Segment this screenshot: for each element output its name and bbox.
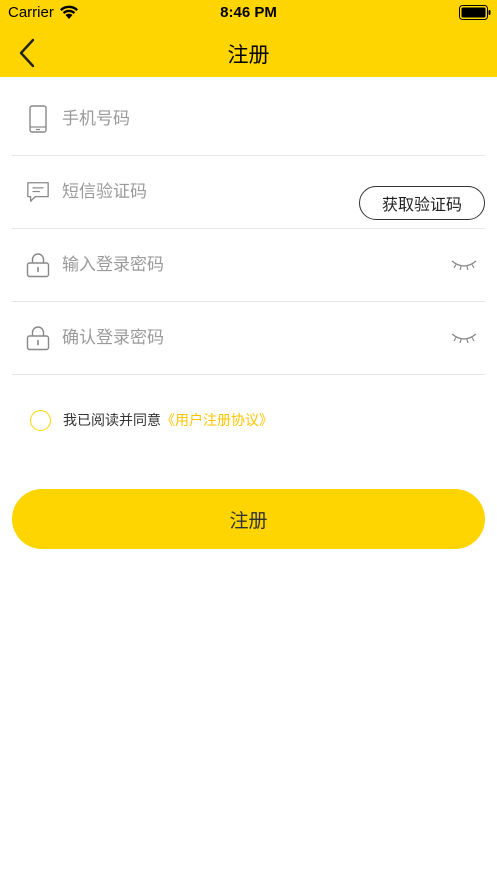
agreement-text: 我已阅读并同意	[63, 413, 161, 429]
eye-closed-icon[interactable]	[451, 331, 477, 345]
phone-row	[12, 82, 485, 156]
agreement-link[interactable]: 《用户注册协议》	[161, 410, 273, 430]
sms-code-input[interactable]	[62, 176, 282, 207]
battery-icon	[459, 5, 491, 20]
page-title: 注册	[227, 43, 270, 67]
confirm-password-input[interactable]	[62, 322, 342, 353]
password-input[interactable]	[62, 249, 342, 280]
confirm-password-row	[12, 301, 485, 375]
register-button[interactable]: 注册	[12, 489, 485, 549]
password-row	[12, 228, 485, 302]
header: Carrier 8:46 PM 注册	[0, 0, 497, 77]
lock-icon	[26, 324, 50, 352]
status-time: 8:46 PM	[220, 4, 277, 21]
agreement-row: 我已阅读并同意 《用户注册协议》	[30, 408, 273, 432]
lock-icon	[26, 251, 50, 279]
message-icon	[26, 178, 50, 206]
eye-closed-icon[interactable]	[451, 258, 477, 272]
phone-input[interactable]	[62, 103, 342, 134]
get-code-button[interactable]: 获取验证码	[359, 186, 485, 220]
status-bar: Carrier 8:46 PM	[0, 0, 497, 26]
agreement-checkbox[interactable]	[30, 409, 51, 431]
phone-icon	[26, 104, 50, 133]
sms-code-row: 获取验证码	[12, 155, 485, 229]
